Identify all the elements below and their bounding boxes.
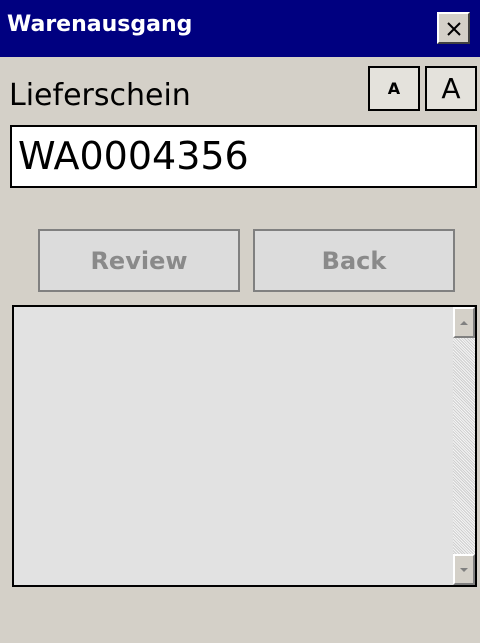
window-title: Warenausgang xyxy=(7,12,193,37)
lieferschein-label: Lieferschein xyxy=(9,78,191,113)
review-button[interactable]: Review xyxy=(38,229,240,292)
font-large-button[interactable]: A xyxy=(425,66,477,111)
close-button[interactable] xyxy=(437,12,470,44)
vertical-scrollbar[interactable] xyxy=(453,307,475,585)
back-button[interactable]: Back xyxy=(253,229,455,292)
title-bar: Warenausgang xyxy=(0,0,480,57)
arrow-down-icon xyxy=(460,568,468,572)
results-listbox[interactable] xyxy=(12,305,477,587)
lieferschein-input[interactable]: WA0004356 xyxy=(10,125,477,188)
arrow-up-icon xyxy=(460,321,468,325)
font-small-button[interactable]: A xyxy=(368,66,420,111)
scroll-up-button[interactable] xyxy=(453,307,475,338)
scroll-down-button[interactable] xyxy=(453,554,475,585)
close-icon xyxy=(447,22,461,36)
